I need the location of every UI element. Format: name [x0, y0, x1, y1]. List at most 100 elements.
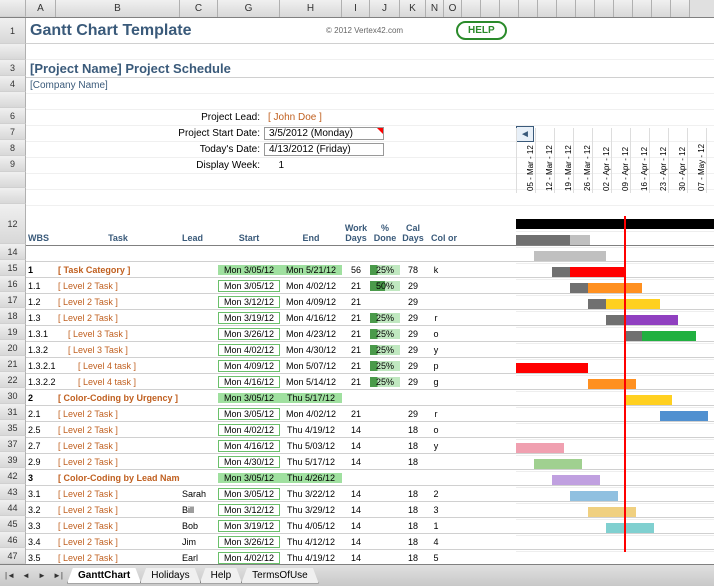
- cell[interactable]: 14: [342, 553, 370, 563]
- row-header[interactable]: 21: [0, 356, 26, 372]
- cell[interactable]: [ Level 2 Task ]: [56, 505, 180, 515]
- cell[interactable]: [ Level 2 Task ]: [56, 553, 180, 563]
- table-row[interactable]: 3.5[ Level 2 Task ]EarlMon 4/02/12Thu 4/…: [26, 550, 714, 564]
- cell[interactable]: 25%: [370, 377, 400, 387]
- cell[interactable]: 14: [342, 521, 370, 531]
- row-header[interactable]: 4: [0, 76, 26, 92]
- cell[interactable]: [ Level 2 Task ]: [56, 537, 180, 547]
- cell[interactable]: [ Level 3 Task ]: [56, 345, 180, 355]
- cell[interactable]: [ Color-Coding by Urgency ]: [56, 393, 180, 403]
- cell[interactable]: [ Level 2 Task ]: [56, 489, 180, 499]
- row-header[interactable]: 6: [0, 108, 26, 124]
- row-header[interactable]: 35: [0, 420, 26, 436]
- worksheet-content[interactable]: Gantt Chart Template © 2012 Vertex42.com…: [26, 18, 714, 564]
- row-header[interactable]: 30: [0, 388, 26, 404]
- cell[interactable]: Thu 3/22/12: [280, 489, 342, 499]
- cell[interactable]: Jim: [180, 537, 218, 547]
- cell[interactable]: 3.4: [26, 537, 56, 547]
- start-date-value[interactable]: 3/5/2012 (Monday): [264, 127, 384, 140]
- cell[interactable]: 29: [400, 329, 426, 339]
- tab-nav-last[interactable]: ►|: [50, 568, 66, 584]
- row-header[interactable]: 1: [0, 18, 26, 44]
- cell[interactable]: 18: [400, 425, 426, 435]
- cell[interactable]: 14: [342, 441, 370, 451]
- cell[interactable]: [ Level 2 Task ]: [56, 281, 180, 291]
- cell[interactable]: 29: [400, 377, 426, 387]
- row-header[interactable]: 8: [0, 140, 26, 156]
- cell[interactable]: 56: [342, 265, 370, 275]
- cell[interactable]: Mon 4/09/12: [218, 360, 280, 372]
- cell[interactable]: 25%: [370, 265, 400, 275]
- cell[interactable]: Mon 4/02/12: [280, 409, 342, 419]
- cell[interactable]: 25%: [370, 361, 400, 371]
- cell[interactable]: 2: [26, 393, 56, 403]
- cell[interactable]: 18: [400, 521, 426, 531]
- cell[interactable]: 1.3.1: [26, 329, 56, 339]
- cell[interactable]: Mon 4/02/12: [218, 424, 280, 436]
- row-header[interactable]: [0, 92, 26, 108]
- display-week-value[interactable]: 1: [264, 160, 284, 171]
- cell[interactable]: Mon 4/23/12: [280, 329, 342, 339]
- col-header-narrow[interactable]: [671, 0, 690, 17]
- cell[interactable]: Mon 3/05/12: [218, 393, 280, 403]
- cell[interactable]: Mon 3/05/12: [218, 473, 280, 483]
- cell[interactable]: Mon 3/12/12: [218, 296, 280, 308]
- col-header[interactable]: H: [280, 0, 342, 17]
- cell[interactable]: 18: [400, 553, 426, 563]
- cell[interactable]: r: [426, 409, 446, 419]
- cell[interactable]: [ Level 3 Task ]: [56, 329, 180, 339]
- row-header[interactable]: 15: [0, 260, 26, 276]
- tab-nav-next[interactable]: ►: [34, 568, 50, 584]
- cell[interactable]: 18: [400, 489, 426, 499]
- col-header[interactable]: B: [56, 0, 180, 17]
- sheet-tab-ganttchart[interactable]: GanttChart: [67, 568, 141, 584]
- row-header[interactable]: 16: [0, 276, 26, 292]
- cell[interactable]: Mon 4/16/12: [280, 313, 342, 323]
- cell[interactable]: 1: [26, 265, 56, 275]
- row-header[interactable]: 46: [0, 532, 26, 548]
- cell[interactable]: g: [426, 377, 446, 387]
- row-header[interactable]: 39: [0, 452, 26, 468]
- row-header[interactable]: 18: [0, 308, 26, 324]
- cell[interactable]: 14: [342, 489, 370, 499]
- cell[interactable]: 29: [400, 313, 426, 323]
- cell[interactable]: Thu 4/26/12: [280, 473, 342, 483]
- row-header[interactable]: 12: [0, 204, 26, 244]
- sheet-tab-termsofuse[interactable]: TermsOfUse: [241, 568, 319, 584]
- col-header-narrow[interactable]: [652, 0, 671, 17]
- cell[interactable]: 1: [426, 521, 446, 531]
- cell[interactable]: 3.1: [26, 489, 56, 499]
- project-lead-value[interactable]: [ John Doe ]: [264, 112, 322, 123]
- cell[interactable]: 5: [426, 553, 446, 563]
- cell[interactable]: 1.3: [26, 313, 56, 323]
- cell[interactable]: [ Task Category ]: [56, 265, 180, 275]
- cell[interactable]: [ Level 2 Task ]: [56, 297, 180, 307]
- cell[interactable]: 1.2: [26, 297, 56, 307]
- cell[interactable]: Thu 4/12/12: [280, 537, 342, 547]
- row-header[interactable]: 31: [0, 404, 26, 420]
- cell[interactable]: r: [426, 313, 446, 323]
- cell[interactable]: Mon 5/21/12: [280, 265, 342, 275]
- cell[interactable]: Mon 3/19/12: [218, 520, 280, 532]
- col-header[interactable]: J: [370, 0, 400, 17]
- cell[interactable]: Mon 4/02/12: [280, 281, 342, 291]
- cell[interactable]: Mon 4/02/12: [218, 552, 280, 564]
- col-header[interactable]: O: [444, 0, 462, 17]
- cell[interactable]: Mon 4/02/12: [218, 344, 280, 356]
- cell[interactable]: 21: [342, 329, 370, 339]
- cell[interactable]: y: [426, 441, 446, 451]
- cell[interactable]: 2.9: [26, 457, 56, 467]
- cell[interactable]: Thu 4/19/12: [280, 425, 342, 435]
- cell[interactable]: 1.3.2.1: [26, 361, 56, 371]
- cell[interactable]: Mon 5/14/12: [280, 377, 342, 387]
- cell[interactable]: Thu 4/05/12: [280, 521, 342, 531]
- row-header[interactable]: 22: [0, 372, 26, 388]
- cell[interactable]: 29: [400, 281, 426, 291]
- cell[interactable]: [ Level 2 Task ]: [56, 409, 180, 419]
- cell[interactable]: 21: [342, 377, 370, 387]
- cell[interactable]: [ Level 2 Task ]: [56, 425, 180, 435]
- tab-nav-prev[interactable]: ◄: [18, 568, 34, 584]
- cell[interactable]: [ Level 4 task ]: [56, 377, 180, 387]
- col-header-narrow[interactable]: [614, 0, 633, 17]
- row-header[interactable]: [0, 188, 26, 204]
